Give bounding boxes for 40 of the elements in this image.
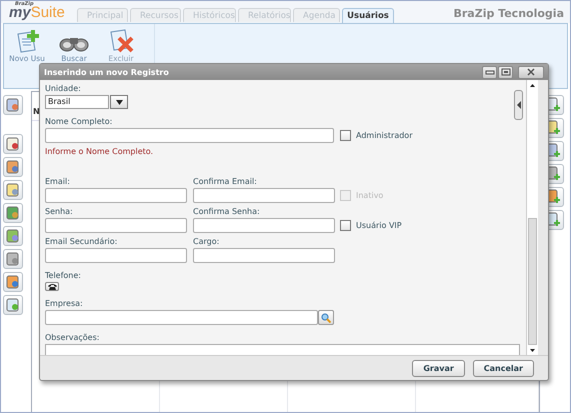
field-label: Cargo: (193, 237, 220, 247)
input-field[interactable] (45, 128, 334, 143)
column-header[interactable]: N (33, 106, 40, 116)
minimize-icon[interactable] (482, 66, 497, 78)
input-field[interactable] (193, 188, 335, 203)
checkbox[interactable]: Usuário VIP (340, 220, 402, 231)
company-name: BraZip Tecnologia (454, 6, 564, 20)
maximize-icon[interactable] (498, 66, 513, 78)
collapse-handle[interactable] (514, 90, 523, 120)
field-label: Unidade: (45, 84, 81, 94)
field-label: Observações: (45, 333, 100, 343)
search-icon (321, 312, 331, 322)
error-message: Informe o Nome Completo. (45, 147, 154, 157)
search-button[interactable] (318, 310, 334, 325)
input-field[interactable] (45, 188, 187, 203)
dropdown-arrow-icon (116, 100, 122, 104)
cancel-button[interactable]: Cancelar (472, 360, 534, 376)
dialog-title: Inserindo um novo Registro (44, 68, 169, 76)
field-label: Empresa: (45, 299, 83, 309)
input-field[interactable] (193, 248, 335, 263)
field-label: Email Secundário: (45, 237, 118, 247)
field-label: Confirma Senha: (193, 207, 261, 217)
tab[interactable]: Usuários (342, 8, 394, 23)
input-field[interactable] (45, 248, 187, 263)
input-field[interactable] (45, 310, 318, 325)
checkbox[interactable]: Administrador (340, 130, 412, 141)
scroll-up-icon[interactable] (530, 84, 535, 86)
field-label: Email: (45, 177, 71, 187)
telephone-icon (48, 283, 56, 290)
field-label: Senha: (45, 207, 74, 217)
password-field[interactable] (193, 218, 335, 233)
close-icon[interactable] (518, 66, 544, 78)
field-label: Telefone: (45, 271, 81, 281)
password-field[interactable] (45, 218, 187, 233)
scroll-down-icon[interactable] (530, 348, 535, 352)
save-button[interactable]: Gravar (412, 360, 465, 376)
phone-button[interactable] (45, 282, 59, 291)
field-label: Confirma Email: (193, 177, 258, 187)
field-label: Nome Completo: (45, 117, 112, 127)
scrollbar[interactable] (526, 80, 538, 355)
